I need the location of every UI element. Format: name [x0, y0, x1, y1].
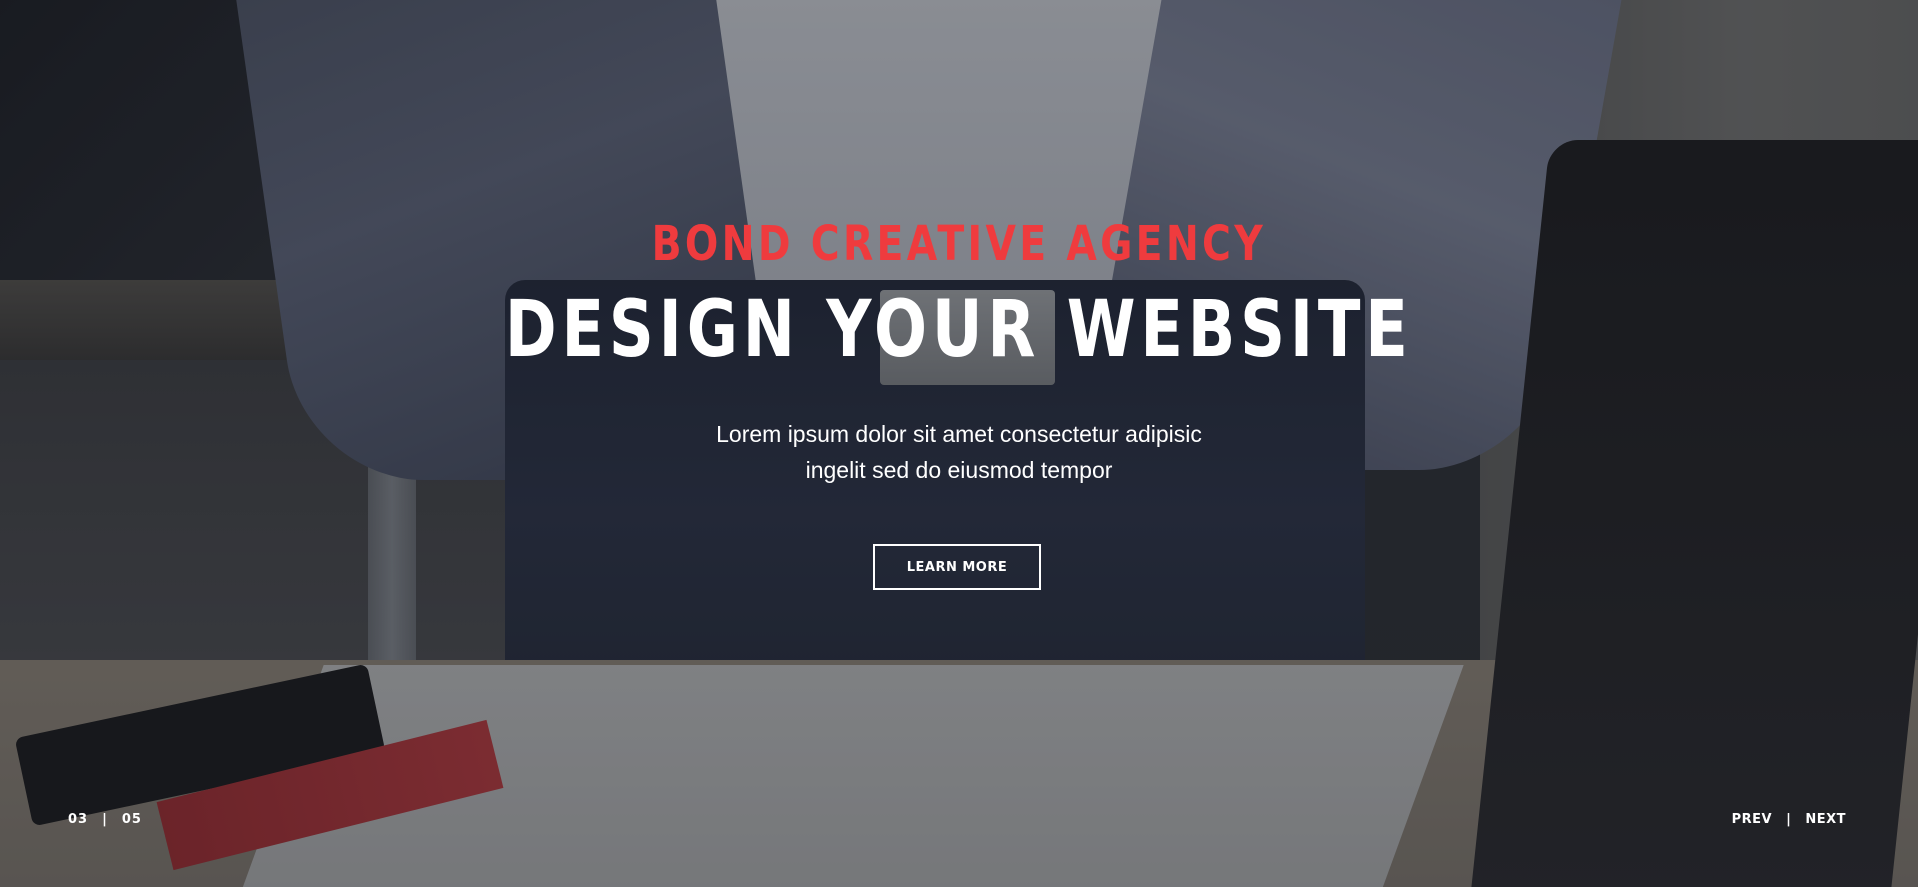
hero-kicker: BOND CREATIVE AGENCY — [651, 216, 1267, 272]
hero-slider: BOND CREATIVE AGENCY DESIGN YOUR WEBSITE… — [0, 0, 1918, 887]
slider-navigation: PREV | NEXT — [1732, 812, 1846, 827]
slide-counter-separator: | — [102, 812, 108, 827]
next-slide-button[interactable]: NEXT — [1805, 812, 1846, 827]
prev-slide-button[interactable]: PREV — [1732, 812, 1772, 827]
slide-counter-current: 03 — [68, 812, 89, 827]
slide-counter-total: 05 — [121, 812, 142, 827]
hero-headline: DESIGN YOUR WEBSITE — [504, 285, 1413, 375]
learn-more-button[interactable]: LEARN MORE — [873, 544, 1041, 590]
hero-description: Lorem ipsum dolor sit amet consectetur a… — [0, 416, 1918, 488]
hero-description-line-2: ingelit sed do eiusmod tempor — [805, 457, 1113, 483]
slider-nav-separator: | — [1786, 812, 1792, 827]
hero-description-line-1: Lorem ipsum dolor sit amet consectetur a… — [716, 421, 1202, 447]
slide-counter: 03 | 05 — [68, 812, 142, 827]
